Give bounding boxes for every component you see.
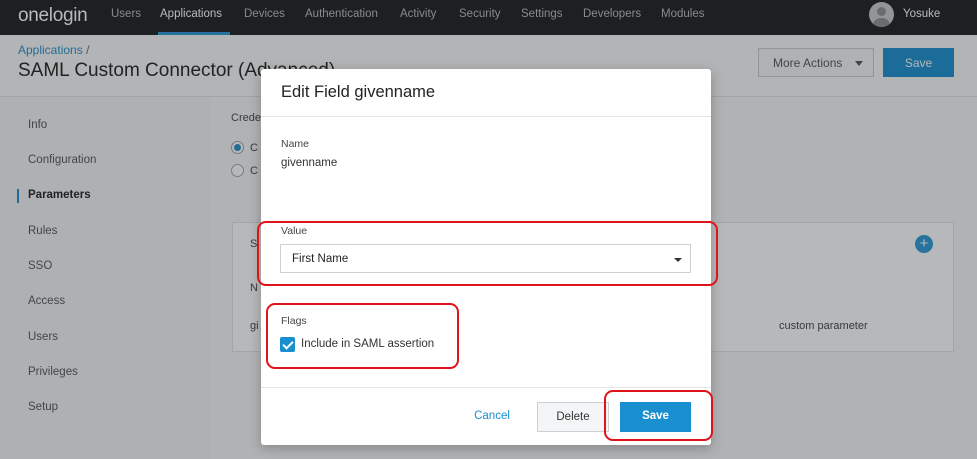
- name-value: givenname: [281, 157, 338, 169]
- dialog-title: Edit Field givenname: [281, 83, 436, 101]
- highlight-save-button: [604, 390, 713, 441]
- cancel-button[interactable]: Cancel: [463, 403, 521, 431]
- name-label: Name: [281, 138, 310, 150]
- delete-button[interactable]: Delete: [537, 402, 609, 432]
- highlight-value-field: [257, 221, 718, 286]
- highlight-flags: [266, 303, 459, 369]
- dialog-header-divider: [261, 116, 711, 117]
- dialog-footer-divider: [261, 387, 711, 388]
